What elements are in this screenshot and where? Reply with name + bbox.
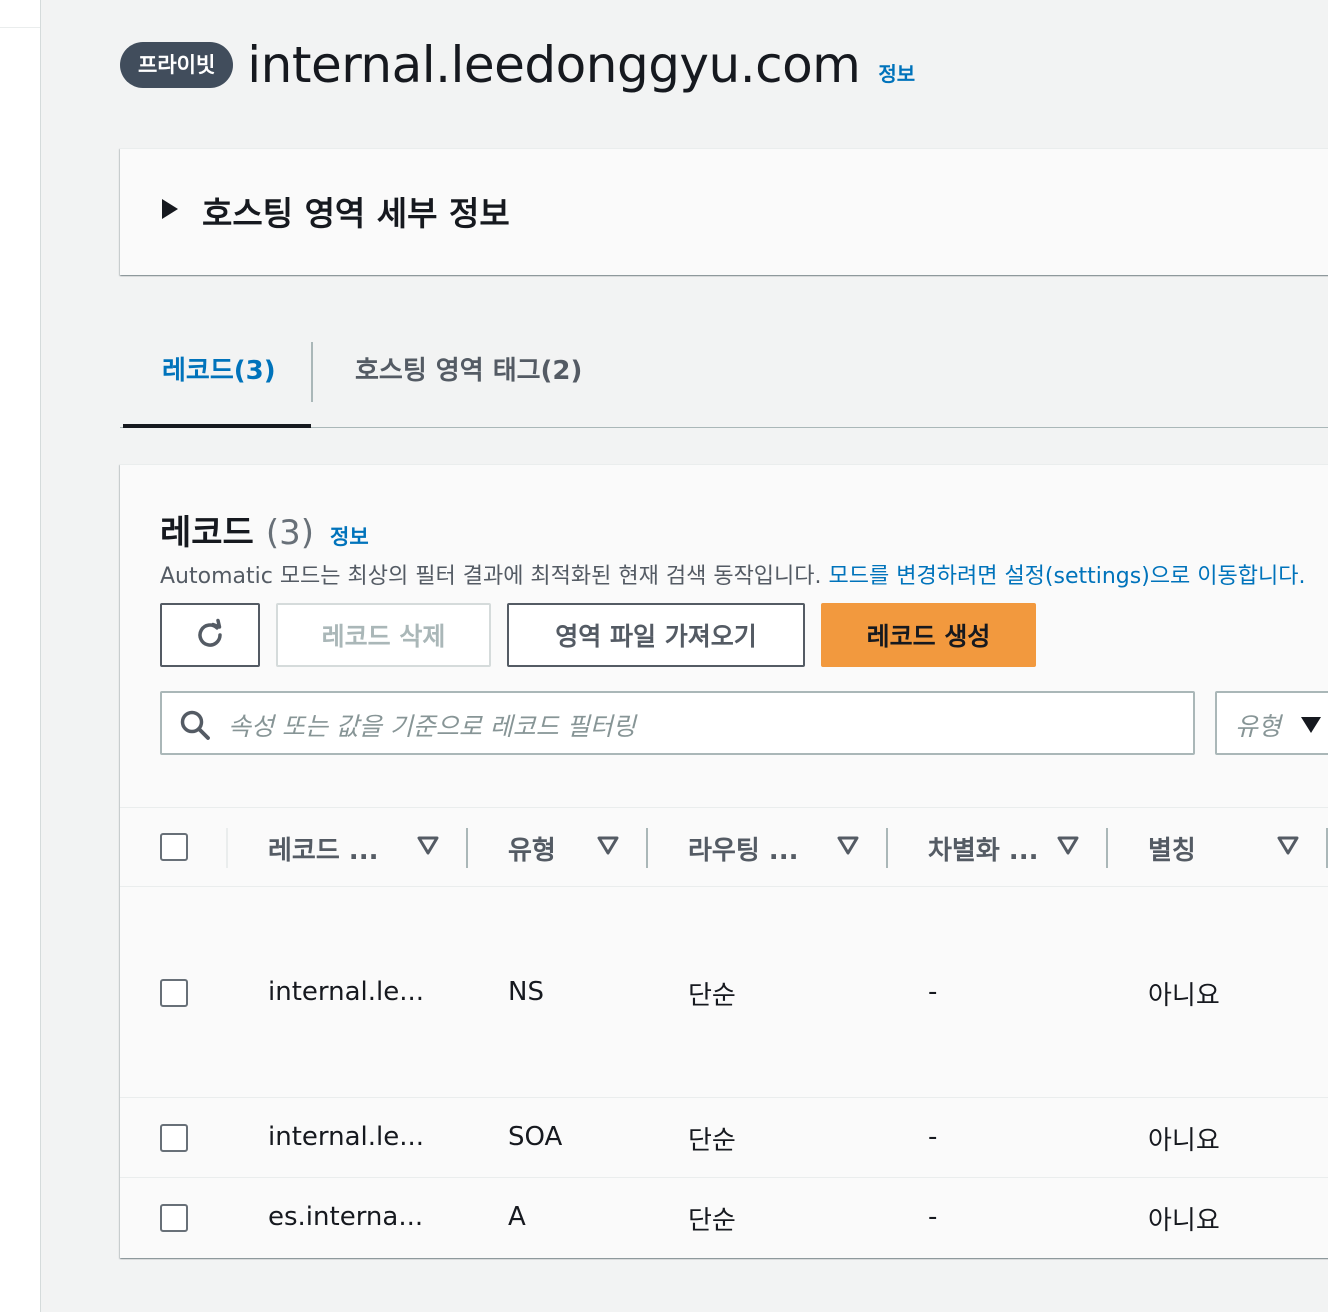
dropdown-caret-icon bbox=[1301, 717, 1321, 733]
type-filter-select[interactable]: 유형 bbox=[1215, 691, 1328, 755]
sort-icon[interactable] bbox=[1276, 834, 1300, 858]
alias-cell: 아니요 bbox=[1148, 981, 1220, 1011]
record-type-cell: NS bbox=[508, 977, 544, 1007]
routing-policy-cell: 단순 bbox=[688, 1126, 736, 1156]
search-placeholder: 속성 또는 값을 기준으로 레코드 필터링 bbox=[228, 712, 636, 741]
page-header: 프라이빗 internal.leedonggyu.com 정보 bbox=[120, 30, 915, 100]
details-expand-header[interactable]: 호스팅 영역 세부 정보 bbox=[202, 187, 510, 235]
column-header-alias[interactable]: 별칭 bbox=[1148, 830, 1196, 867]
routing-policy-cell: 단순 bbox=[688, 1206, 736, 1236]
active-tab-indicator bbox=[123, 424, 311, 428]
column-resizer[interactable] bbox=[466, 828, 468, 868]
column-resizer[interactable] bbox=[886, 828, 888, 868]
tab-divider bbox=[311, 342, 313, 402]
record-name-cell[interactable]: internal.le... bbox=[268, 977, 424, 1007]
hosted-zone-details-panel: 호스팅 영역 세부 정보 bbox=[120, 148, 1328, 275]
search-input[interactable]: 속성 또는 값을 기준으로 레코드 필터링 bbox=[160, 691, 1195, 755]
table-row[interactable]: internal.le... SOA 단순 - 아니요 bbox=[120, 1098, 1328, 1178]
delete-record-button[interactable]: 레코드 삭제 bbox=[276, 603, 491, 667]
tab-hosted-zone-tags[interactable]: 호스팅 영역 태그(2) bbox=[355, 350, 582, 387]
differentiator-cell: - bbox=[928, 977, 938, 1007]
sort-icon[interactable] bbox=[1056, 834, 1080, 858]
record-name-cell[interactable]: es.interna... bbox=[268, 1202, 423, 1232]
records-description: Automatic 모드는 최상의 필터 결과에 최적화된 현재 검색 동작입니… bbox=[160, 558, 1305, 590]
sort-icon[interactable] bbox=[836, 834, 860, 858]
routing-policy-cell: 단순 bbox=[688, 981, 736, 1011]
nav-divider bbox=[0, 27, 40, 28]
record-type-cell: SOA bbox=[508, 1122, 563, 1152]
column-header-type[interactable]: 유형 bbox=[508, 830, 556, 867]
table-row[interactable]: internal.le... NS 단순 - 아니요 bbox=[120, 887, 1328, 1098]
records-count: (3) bbox=[265, 513, 315, 553]
search-icon bbox=[180, 710, 210, 740]
alias-cell: 아니요 bbox=[1148, 1206, 1220, 1236]
table-row[interactable]: es.interna... A 단순 - 아니요 bbox=[120, 1178, 1328, 1258]
alias-cell: 아니요 bbox=[1148, 1126, 1220, 1156]
page-title: internal.leedonggyu.com bbox=[247, 36, 861, 94]
refresh-button[interactable] bbox=[160, 603, 260, 667]
records-header: 레코드 (3) 정보 bbox=[160, 505, 369, 554]
row-checkbox[interactable] bbox=[160, 979, 188, 1007]
column-resizer[interactable] bbox=[1106, 828, 1108, 868]
settings-link[interactable]: 모드를 변경하려면 설정(settings)으로 이동합니다. bbox=[829, 564, 1306, 589]
import-zone-file-button[interactable]: 영역 파일 가져오기 bbox=[507, 603, 805, 667]
record-name-cell[interactable]: internal.le... bbox=[268, 1122, 424, 1152]
row-checkbox[interactable] bbox=[160, 1124, 188, 1152]
table-header: 레코드 ... 유형 라우팅 ... 차별화 ... 별칭 bbox=[120, 807, 1328, 887]
column-resizer[interactable] bbox=[646, 828, 648, 868]
tab-records[interactable]: 레코드(3) bbox=[162, 350, 276, 387]
sort-icon[interactable] bbox=[596, 834, 620, 858]
tab-bar: 레코드(3) 호스팅 영역 태그(2) bbox=[120, 330, 1328, 430]
records-info-link[interactable]: 정보 bbox=[330, 521, 369, 551]
type-filter-label: 유형 bbox=[1235, 712, 1282, 741]
info-link[interactable]: 정보 bbox=[878, 58, 915, 87]
left-navigation bbox=[0, 0, 41, 1312]
record-type-cell: A bbox=[508, 1202, 526, 1232]
differentiator-cell: - bbox=[928, 1202, 938, 1232]
sort-icon[interactable] bbox=[416, 834, 440, 858]
refresh-icon bbox=[198, 618, 222, 647]
column-separator bbox=[226, 828, 228, 868]
column-header-differentiator[interactable]: 차별화 ... bbox=[928, 830, 1038, 867]
column-header-record-name[interactable]: 레코드 ... bbox=[268, 830, 378, 867]
records-title: 레코드 bbox=[160, 513, 254, 553]
row-checkbox[interactable] bbox=[160, 1204, 188, 1232]
private-badge: 프라이빗 bbox=[120, 42, 234, 88]
records-panel: 레코드 (3) 정보 Automatic 모드는 최상의 필터 결과에 최적화된… bbox=[120, 464, 1328, 1258]
create-record-button[interactable]: 레코드 생성 bbox=[821, 603, 1036, 667]
expand-caret-icon[interactable] bbox=[162, 199, 178, 219]
select-all-checkbox[interactable] bbox=[160, 833, 188, 861]
differentiator-cell: - bbox=[928, 1122, 938, 1152]
description-text: Automatic 모드는 최상의 필터 결과에 최적화된 현재 검색 동작입니… bbox=[160, 564, 822, 589]
column-header-routing[interactable]: 라우팅 ... bbox=[688, 830, 798, 867]
